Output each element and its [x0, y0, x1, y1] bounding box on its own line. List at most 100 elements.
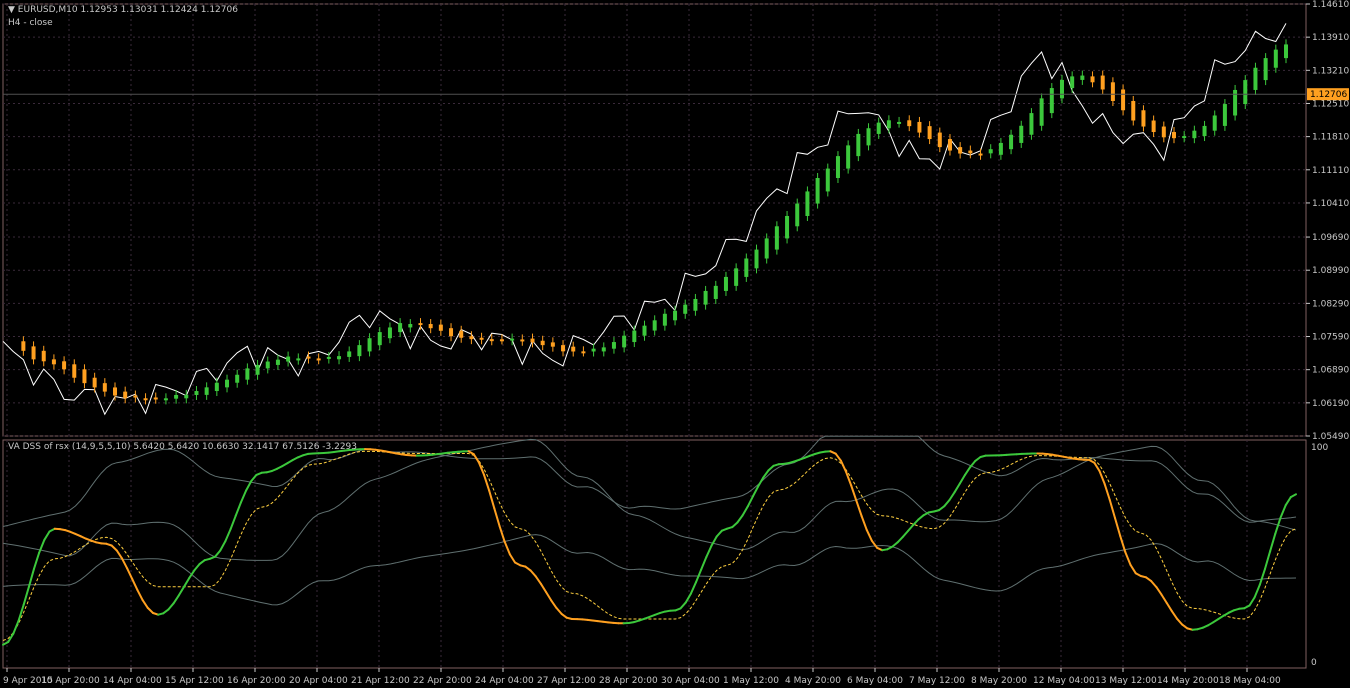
dss-up-segment [224, 528, 232, 543]
up-bar [886, 120, 891, 129]
up-bar [194, 391, 199, 395]
time-tick-label: 6 May 04:00 [847, 676, 903, 686]
time-tick-label: 14 Apr 04:00 [103, 676, 162, 686]
dss-up-segment [219, 540, 227, 552]
down-bar [102, 383, 107, 392]
dss-up-segment [234, 501, 242, 517]
osc-tick-label: 100 [1311, 443, 1328, 453]
up-bar [1192, 130, 1197, 139]
up-bar [347, 351, 352, 357]
dss-up-segment [964, 466, 972, 476]
dss-down-segment [1103, 482, 1111, 501]
down-bar [1100, 75, 1105, 90]
dss-down-segment [488, 489, 496, 510]
down-bar [469, 336, 474, 340]
dss-down-segment [110, 544, 118, 552]
chart-window: 1.14610 1.13910 1.13210 1.12510 1.11810 1.111… [0, 0, 1350, 688]
up-bar [184, 394, 189, 399]
time-tick-label: 18 May 04:00 [1219, 676, 1281, 686]
up-bar [214, 382, 219, 392]
up-bar [225, 379, 230, 388]
up-bar [734, 268, 739, 286]
price-tick-label: 1.09690 [1312, 233, 1349, 243]
up-bar [398, 323, 403, 333]
up-bar [591, 348, 596, 352]
chart-canvas[interactable]: 1.14610 1.13910 1.13210 1.12510 1.11810 1.111… [0, 0, 1350, 688]
dss-down-segment [1165, 601, 1173, 613]
down-bar [917, 121, 922, 133]
up-bar [163, 398, 168, 401]
dss-up-segment [12, 619, 20, 635]
dss-down-segment [550, 599, 558, 609]
dss-down-segment [126, 567, 134, 581]
dss-down-segment [1176, 617, 1184, 626]
dss-up-segment [193, 563, 201, 572]
time-tick-label: 12 May 04:00 [1033, 676, 1095, 686]
dropdown-triangle-icon[interactable]: ▼ [8, 5, 15, 15]
down-bar [968, 150, 973, 154]
down-bar [1151, 120, 1156, 133]
up-bar [846, 145, 851, 169]
dss-up-segment [33, 551, 41, 570]
up-bar [255, 364, 260, 375]
dss-down-segment [1150, 580, 1158, 589]
down-bar [520, 339, 525, 342]
dss-down-segment [477, 461, 485, 476]
up-bar [265, 361, 270, 369]
down-bar [143, 398, 148, 401]
down-bar [459, 330, 464, 338]
up-bar [642, 325, 647, 336]
dss-up-segment [917, 514, 925, 521]
dss-up-segment [27, 567, 35, 588]
down-bar [428, 324, 433, 329]
symbol-info: EURUSD,M10 1.12953 1.13031 1.12424 1.127… [17, 5, 238, 15]
price-tick-label: 1.05490 [1312, 432, 1349, 442]
dss-up-segment [741, 505, 749, 517]
up-bar [1273, 49, 1278, 68]
up-bar [866, 128, 871, 146]
dss-down-segment [503, 540, 511, 556]
up-bar [1284, 44, 1288, 59]
up-bar [703, 290, 708, 305]
up-bar [1202, 125, 1207, 137]
dss-up-segment [891, 541, 899, 548]
dss-up-segment [1284, 496, 1292, 507]
up-bar [510, 338, 515, 341]
dss-up-segment [705, 544, 713, 558]
overlay-label: H4 - close [8, 18, 53, 28]
time-tick-label: 14 May 20:00 [1157, 676, 1219, 686]
dss-down-segment [539, 582, 548, 594]
dss-down-segment [850, 484, 858, 502]
dss-down-segment [1160, 593, 1168, 604]
up-bar [1059, 79, 1064, 99]
up-bar [204, 387, 209, 395]
up-bar [825, 168, 830, 192]
down-bar [21, 341, 26, 351]
dss-up-segment [757, 476, 765, 488]
dss-down-segment [131, 578, 139, 592]
up-bar [1080, 75, 1085, 80]
dss-up-segment [245, 480, 253, 492]
up-bar [662, 313, 667, 326]
time-tick-label: 7 May 12:00 [909, 676, 965, 686]
dss-up-segment [1279, 504, 1287, 519]
down-bar [550, 342, 555, 347]
up-bar [774, 226, 779, 250]
down-bar [306, 356, 311, 359]
dss-up-segment [250, 473, 258, 482]
up-bar [1222, 104, 1227, 126]
up-bar [805, 191, 810, 216]
dss-up-segment [948, 491, 956, 501]
up-bar [764, 238, 769, 259]
dss-down-segment [115, 549, 123, 560]
up-bar [652, 320, 657, 331]
down-bar [1121, 89, 1126, 111]
dss-down-segment [136, 589, 144, 602]
up-bar [1070, 76, 1075, 89]
osc-tick-label: 0 [1311, 658, 1317, 668]
dss-up-segment [958, 473, 966, 485]
up-bar [245, 368, 250, 380]
up-bar [835, 156, 840, 178]
down-bar [41, 350, 46, 362]
dss-up-segment [188, 569, 196, 580]
